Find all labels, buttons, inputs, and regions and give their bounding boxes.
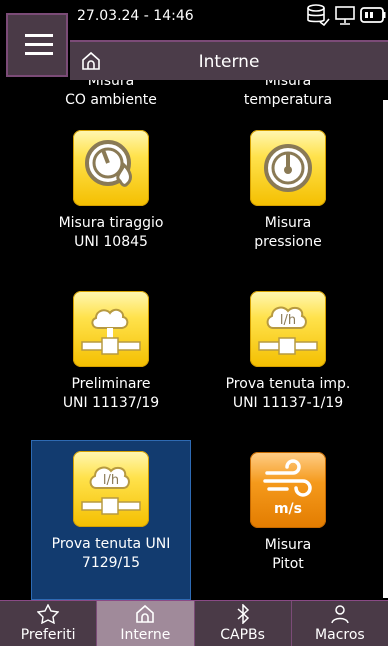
hamburger-icon-bar <box>25 43 53 46</box>
nav-preferiti[interactable]: Preferiti <box>0 601 98 646</box>
tile-label-1: Misura <box>264 80 312 89</box>
page-title: Interne <box>198 52 260 72</box>
user-icon <box>331 605 349 624</box>
tile-temperature[interactable]: Misura temperatura <box>208 80 368 110</box>
scrollbar[interactable] <box>383 100 388 598</box>
tile-leak-test-uni-selected[interactable]: l/h Prova tenuta UNI 7129/15 <box>31 440 191 600</box>
battery-icon <box>360 7 386 23</box>
database-icon <box>307 4 330 26</box>
tile-co-ambient[interactable]: Misura CO ambiente <box>31 80 191 110</box>
tile-label-1: Preliminare <box>71 376 151 392</box>
tile-label-2: temperatura <box>243 92 333 108</box>
tile-label-2: CO ambiente <box>65 92 157 108</box>
tile-label-2: UNI 10845 <box>74 234 148 250</box>
hamburger-icon <box>25 34 53 37</box>
status-icons <box>306 4 386 26</box>
tile-leak-test-imp[interactable]: l/h Prova tenuta imp. UNI 11137-1/19 <box>208 291 368 413</box>
nav-label: Preferiti <box>20 627 76 643</box>
tile-label-1: Misura <box>264 215 312 231</box>
tile-label-2: UNI 11137-1/19 <box>232 395 344 411</box>
tile-label-2: Pitot <box>272 556 304 572</box>
function-grid: Misura CO ambiente Misura temperatura Mi… <box>0 80 388 600</box>
status-datetime: 27.03.24 - 14:46 <box>77 8 194 24</box>
tile-label-1: Prova tenuta imp. <box>225 376 351 392</box>
pipe-leak-lh-icon: l/h <box>250 291 326 367</box>
tile-preliminary[interactable]: Preliminare UNI 11137/19 <box>31 291 191 413</box>
star-icon <box>37 604 60 624</box>
nav-capbs[interactable]: CAPBs <box>194 601 292 646</box>
bottom-nav: Preferiti Interne CAPBs Macros <box>0 600 388 646</box>
home-icon <box>136 604 155 623</box>
tile-label-2: pressione <box>254 234 322 250</box>
header-bar: Interne <box>70 40 388 80</box>
tile-label-1: Misura <box>87 80 135 89</box>
nav-label: Interne <box>120 627 171 643</box>
wind-ms-icon: m/s <box>250 452 326 528</box>
tile-label-2: 7129/15 <box>81 555 141 571</box>
tile-label-1: Misura tiraggio <box>58 215 164 231</box>
tile-label-1: Prova tenuta UNI <box>51 536 171 552</box>
monitor-icon <box>335 6 355 25</box>
tile-draught[interactable]: Misura tiraggio UNI 10845 <box>31 130 191 252</box>
pipe-cloud-icon <box>73 291 149 367</box>
menu-button[interactable] <box>6 13 68 77</box>
tile-label-2: UNI 11137/19 <box>62 395 160 411</box>
nav-label: Macros <box>315 627 365 643</box>
badge-text: l/h <box>280 313 296 328</box>
bluetooth-icon <box>237 604 249 624</box>
tile-pitot[interactable]: m/s Misura Pitot <box>208 452 368 574</box>
nav-label: CAPBs <box>220 627 265 643</box>
pressure-gauge-icon <box>250 130 326 206</box>
badge-text: l/h <box>103 473 119 488</box>
draught-gauge-icon <box>73 130 149 206</box>
nav-macros[interactable]: Macros <box>291 601 388 646</box>
hamburger-icon-bar <box>25 52 53 55</box>
pipe-leak-lh-icon: l/h <box>73 451 149 527</box>
nav-interne[interactable]: Interne <box>97 601 195 646</box>
tile-pressure[interactable]: Misura pressione <box>208 130 368 252</box>
tile-label-1: Misura <box>264 537 312 553</box>
badge-text: m/s <box>274 501 302 517</box>
